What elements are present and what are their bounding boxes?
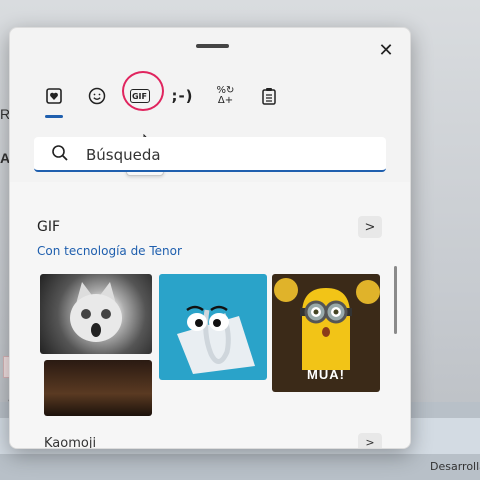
tab-symbols[interactable]: %↻ Δ+	[204, 78, 247, 114]
symbols-icon: %↻ Δ+	[216, 85, 235, 106]
gif-surprised-cat[interactable]	[40, 274, 152, 354]
tab-emoji[interactable]	[75, 78, 118, 114]
chevron-right-icon: >	[364, 219, 376, 235]
tab-recent[interactable]	[32, 78, 75, 118]
section-title-kaomoji: Kaomoji	[44, 436, 97, 449]
minion-caption: MUA!	[307, 367, 345, 382]
search-input[interactable]	[84, 137, 378, 172]
section-title-gif: GIF	[37, 219, 61, 235]
tab-gif[interactable]: GIF	[118, 78, 161, 114]
gif-minion[interactable]: MUA!	[272, 274, 380, 392]
gif-icon: GIF	[129, 89, 150, 103]
active-tab-indicator	[45, 115, 63, 118]
scrollbar[interactable]	[394, 266, 397, 334]
search-box	[34, 137, 386, 172]
search-icon	[52, 145, 68, 161]
kaomoji-more-button[interactable]: >	[358, 433, 382, 449]
tab-kaomoji[interactable]: ;-)	[161, 78, 204, 114]
gif-more-button[interactable]: >	[358, 216, 382, 238]
drag-handle[interactable]	[196, 44, 229, 48]
kaomoji-icon: ;-)	[171, 87, 194, 105]
clipboard-icon	[261, 88, 276, 105]
close-button[interactable]: ✕	[374, 38, 398, 62]
gif-dark-scene[interactable]	[44, 360, 152, 416]
chevron-right-icon: >	[365, 435, 375, 449]
heart-clipboard-icon	[45, 88, 62, 104]
tab-clipboard[interactable]	[247, 78, 290, 114]
gif-content-area: GIF > Con tecnología de Tenor MUA! Kaomo…	[10, 182, 410, 448]
close-icon: ✕	[378, 39, 394, 61]
cat-illustration	[70, 282, 122, 342]
emoji-panel: ✕ GIF ;-) %↻ Δ+ Búsqueda GIF > Con tecno…	[9, 27, 411, 449]
powered-by-tenor-link[interactable]: Con tecnología de Tenor	[37, 244, 182, 258]
smiley-icon	[88, 87, 105, 105]
category-tabs: GIF ;-) %↻ Δ+	[32, 78, 290, 118]
background-footer-text: Desarrollad	[430, 460, 480, 473]
clippy-illustration	[177, 305, 255, 374]
gif-clippy[interactable]	[159, 274, 267, 380]
